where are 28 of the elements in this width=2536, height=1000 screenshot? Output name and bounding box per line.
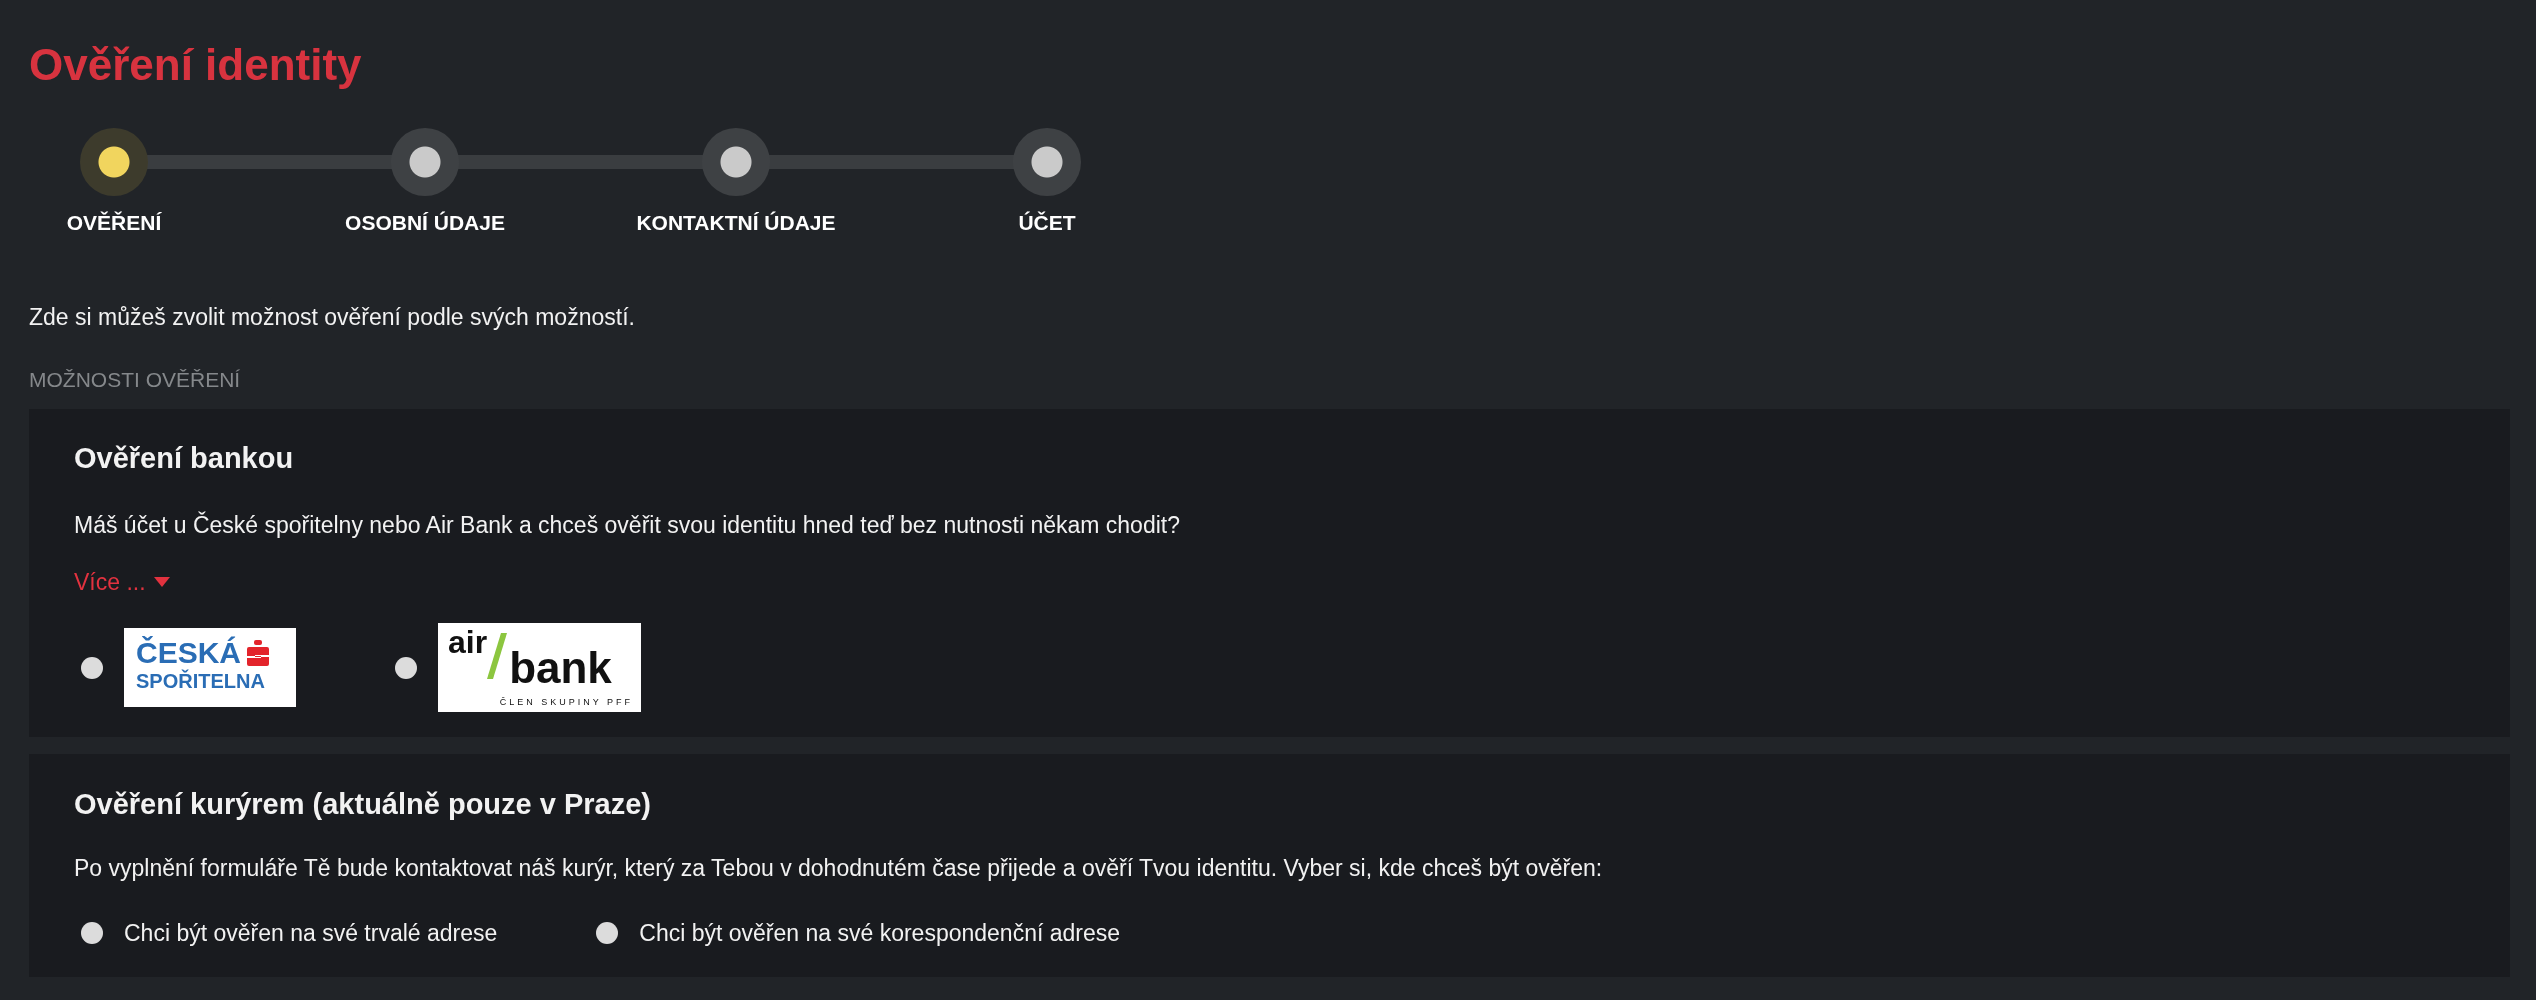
slash-icon xyxy=(487,633,508,679)
more-link[interactable]: Více ... xyxy=(74,567,170,597)
card-title: Ověření kurýrem (aktuálně pouze v Praze) xyxy=(74,787,651,822)
caret-icon xyxy=(153,577,170,587)
bank-logo[interactable]: air bank ČLEN SKUPINY PFF xyxy=(438,623,641,712)
logo-text: air xyxy=(448,625,488,659)
logo-text: bank xyxy=(509,645,612,691)
logo-tagline: ČLEN SKUPINY PFF xyxy=(499,696,633,708)
radio-label[interactable]: Chci být ověřen na své trvalé adrese xyxy=(124,918,498,948)
step-label: KONTAKTNÍ ÚDAJE xyxy=(636,210,836,236)
bank-logo[interactable]: ČESKÁ SPOŘITELNA xyxy=(124,628,296,707)
logo-text: ČESKÁ xyxy=(136,637,241,669)
step-label: OVĚŘENÍ xyxy=(66,210,162,236)
radio-button[interactable] xyxy=(81,922,103,944)
radio-button[interactable] xyxy=(596,922,619,944)
card-description: Po vyplnění formuláře Tě bude kontaktovat náš kurýr, který za Tebou v dohodnutém čase přijede a ověří Tvou identitu. Vyber si, kde chceš být ověřen: xyxy=(74,854,1603,883)
intro-text: Zde si můžeš zvolit možnost ověření podle svých možností. xyxy=(29,303,635,332)
card-description: Máš účet u České spořitelny nebo Air Bank a chceš ověřit svou identitu hned teď bez nutnosti někam chodit? xyxy=(74,510,1180,540)
radio-button[interactable] xyxy=(81,656,103,679)
section-label: MOŽNOSTI OVĚŘENÍ xyxy=(29,367,241,393)
card-title: Ověření bankou xyxy=(74,441,294,476)
radio-button[interactable] xyxy=(395,656,417,679)
page-title: Ověření identity xyxy=(29,39,362,91)
radio-label[interactable]: Chci být ověřen na své korespondenční adrese xyxy=(639,918,1121,948)
step-label: ÚČET xyxy=(1018,210,1076,236)
step-label: OSOBNÍ ÚDAJE xyxy=(345,210,505,236)
logo-symbol-icon xyxy=(247,640,269,666)
logo-text: SPOŘITELNA xyxy=(136,669,265,693)
